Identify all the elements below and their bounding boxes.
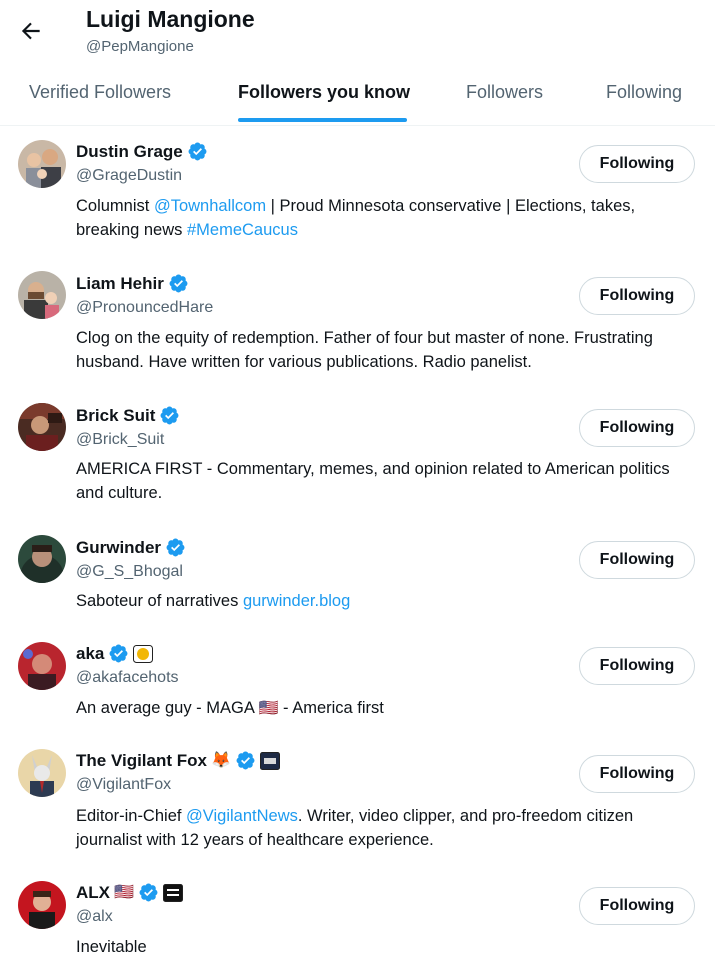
user-handle: @PronouncedHare xyxy=(76,299,214,316)
verified-badge-icon xyxy=(169,274,188,293)
hashtag-link[interactable]: #MemeCaucus xyxy=(187,221,298,239)
tab-following[interactable]: Following xyxy=(606,82,682,103)
verified-badge-icon xyxy=(236,751,255,770)
list-item[interactable]: Dustin Grage @GrageDustin Columnist @Tow… xyxy=(0,126,715,258)
tab-verified-followers[interactable]: Verified Followers xyxy=(29,82,171,103)
us-flag-icon: 🇺🇸 xyxy=(258,700,279,717)
list-item[interactable]: Brick Suit @Brick_Suit AMERICA FIRST - C… xyxy=(0,390,715,522)
avatar[interactable] xyxy=(18,140,66,188)
avatar[interactable] xyxy=(18,881,66,929)
us-flag-icon: 🇺🇸 xyxy=(114,883,134,901)
page-title: Luigi Mangione xyxy=(86,6,255,32)
mention-link[interactable]: @Townhallcom xyxy=(154,197,266,215)
following-button[interactable]: Following xyxy=(579,541,695,579)
user-handle: @akafacehots xyxy=(76,669,179,686)
verified-badge-icon xyxy=(188,142,207,161)
tab-followers[interactable]: Followers xyxy=(466,82,543,103)
following-button[interactable]: Following xyxy=(579,887,695,925)
following-button[interactable]: Following xyxy=(579,647,695,685)
affiliate-badge-icon xyxy=(133,644,154,663)
user-handle: @G_S_Bhogal xyxy=(76,563,183,580)
user-bio: Saboteur of narratives gurwinder.blog xyxy=(76,592,351,610)
user-name[interactable]: Gurwinder xyxy=(76,538,161,558)
avatar[interactable] xyxy=(18,271,66,319)
verified-badge-icon xyxy=(139,883,158,902)
user-name[interactable]: ALX xyxy=(76,883,110,903)
mention-link[interactable]: @VigilantNews xyxy=(186,807,298,825)
list-item[interactable]: aka @akafacehots An average guy - MAGA 🇺… xyxy=(0,630,715,738)
user-name[interactable]: Brick Suit xyxy=(76,406,155,426)
list-item[interactable]: The Vigilant Fox 🦊 @VigilantFox Editor-i… xyxy=(0,738,715,870)
affiliate-badge-icon xyxy=(259,751,280,770)
tab-bar: Verified Followers Followers you know Fo… xyxy=(0,68,715,126)
user-handle: @alx xyxy=(76,908,113,925)
verified-badge-icon xyxy=(160,406,179,425)
user-handle: @VigilantFox xyxy=(76,776,172,793)
list-item[interactable]: ALX 🇺🇸 @alx Inevitable Following xyxy=(0,870,715,964)
list-item[interactable]: Gurwinder @G_S_Bhogal Saboteur of narrat… xyxy=(0,522,715,630)
avatar[interactable] xyxy=(18,749,66,797)
user-handle: @Brick_Suit xyxy=(76,431,165,448)
page-handle: @PepMangione xyxy=(86,38,194,55)
user-bio: Editor-in-Chief @VigilantNews. Writer, v… xyxy=(76,807,634,849)
avatar[interactable] xyxy=(18,403,66,451)
user-bio: Clog on the equity of redemption. Father… xyxy=(76,329,653,371)
user-bio: Inevitable xyxy=(76,938,147,956)
verified-badge-icon xyxy=(166,538,185,557)
affiliate-badge-icon xyxy=(162,883,183,902)
user-handle: @GrageDustin xyxy=(76,167,183,184)
user-bio: Columnist @Townhallcom | Proud Minnesota… xyxy=(76,197,636,239)
following-button[interactable]: Following xyxy=(579,145,695,183)
following-button[interactable]: Following xyxy=(579,409,695,447)
avatar[interactable] xyxy=(18,642,66,690)
website-link[interactable]: gurwinder.blog xyxy=(243,592,350,610)
arrow-left-icon[interactable] xyxy=(18,18,44,44)
user-bio: An average guy - MAGA 🇺🇸 - America first xyxy=(76,699,384,717)
following-button[interactable]: Following xyxy=(579,277,695,315)
user-bio: AMERICA FIRST - Commentary, memes, and o… xyxy=(76,460,670,502)
user-name[interactable]: Dustin Grage xyxy=(76,142,183,162)
tab-followers-you-know[interactable]: Followers you know xyxy=(238,82,410,103)
profile-header: Luigi Mangione @PepMangione xyxy=(0,0,715,68)
active-tab-indicator xyxy=(238,118,407,122)
user-name[interactable]: aka xyxy=(76,644,104,664)
user-name[interactable]: Liam Hehir xyxy=(76,274,164,294)
fox-emoji-icon: 🦊 xyxy=(210,751,231,769)
list-item[interactable]: Liam Hehir @PronouncedHare Clog on the e… xyxy=(0,258,715,390)
avatar[interactable] xyxy=(18,535,66,583)
user-name[interactable]: The Vigilant Fox xyxy=(76,751,207,771)
following-button[interactable]: Following xyxy=(579,755,695,793)
verified-badge-icon xyxy=(109,644,128,663)
